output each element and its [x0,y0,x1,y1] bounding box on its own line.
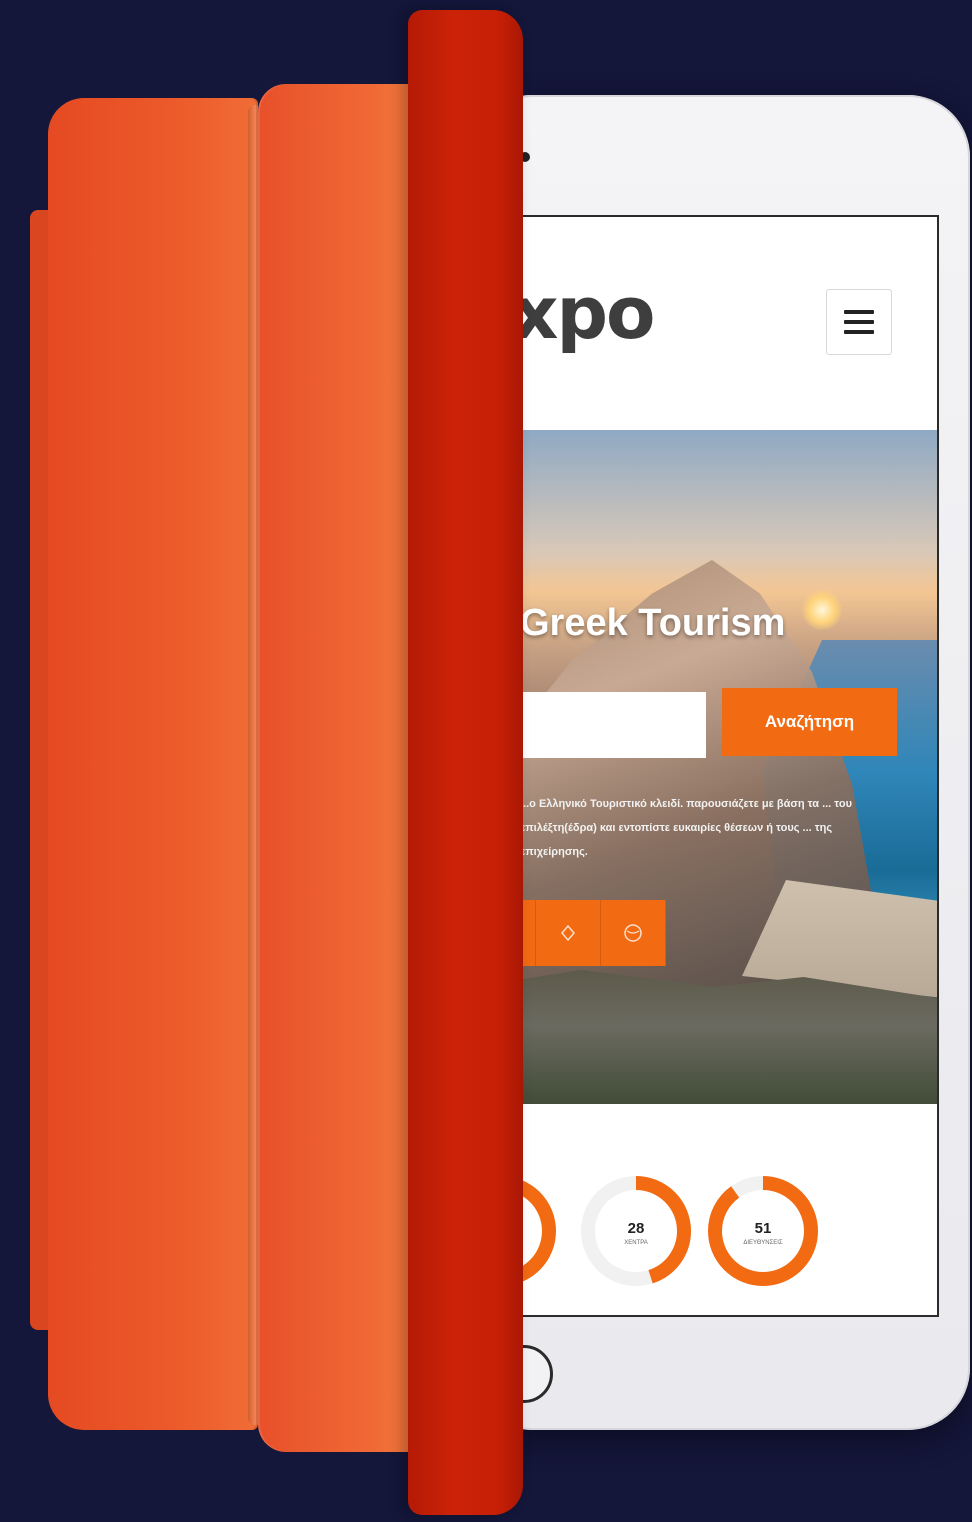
stat-label: ΧΕΝΤΡΑ [624,1240,648,1246]
cover-spine [408,10,523,1515]
search-input[interactable] [492,692,706,758]
site-logo[interactable]: xpo [512,277,655,349]
cover-panel-middle [258,84,424,1452]
stat-label: ΔΙΕΥΘΥΝΣΕΙΣ [743,1240,783,1246]
cover-panel-left [48,98,258,1430]
search-button[interactable]: Αναζήτηση [722,688,897,756]
stat-value: 28 [627,1220,645,1237]
stats-section: 28 ΧΕΝΤΡΑ 51 ΔΙΕΥΘΥΝΣΕΙΣ [492,1162,937,1292]
hamburger-bar [844,320,874,324]
stat-ring-addresses: 51 ΔΙΕΥΘΥΝΣΕΙΣ [704,1172,822,1290]
stat-ring-centers: 28 ΧΕΝΤΡΑ [577,1172,695,1290]
tablet-screen: xpo Greek Tourism Αναζήτηση ...ο Ελληνικ… [490,215,939,1317]
hero-sun [802,590,842,630]
hamburger-bar [844,330,874,334]
hero-foreground [492,970,937,1104]
globe-icon [624,924,642,942]
location-button[interactable] [536,900,601,966]
hamburger-menu-button[interactable] [826,289,892,355]
location-pin-icon [561,924,575,942]
hamburger-bar [844,310,874,314]
hero-title: Greek Tourism [520,602,786,644]
hero-description: ...ο Ελληνικό Τουριστικό κλειδί. παρουσι… [520,798,853,858]
hero-section: Greek Tourism Αναζήτηση ...ο Ελληνικό Το… [492,430,937,1104]
stat-value: 51 [754,1220,772,1237]
globe-button[interactable] [601,900,666,966]
